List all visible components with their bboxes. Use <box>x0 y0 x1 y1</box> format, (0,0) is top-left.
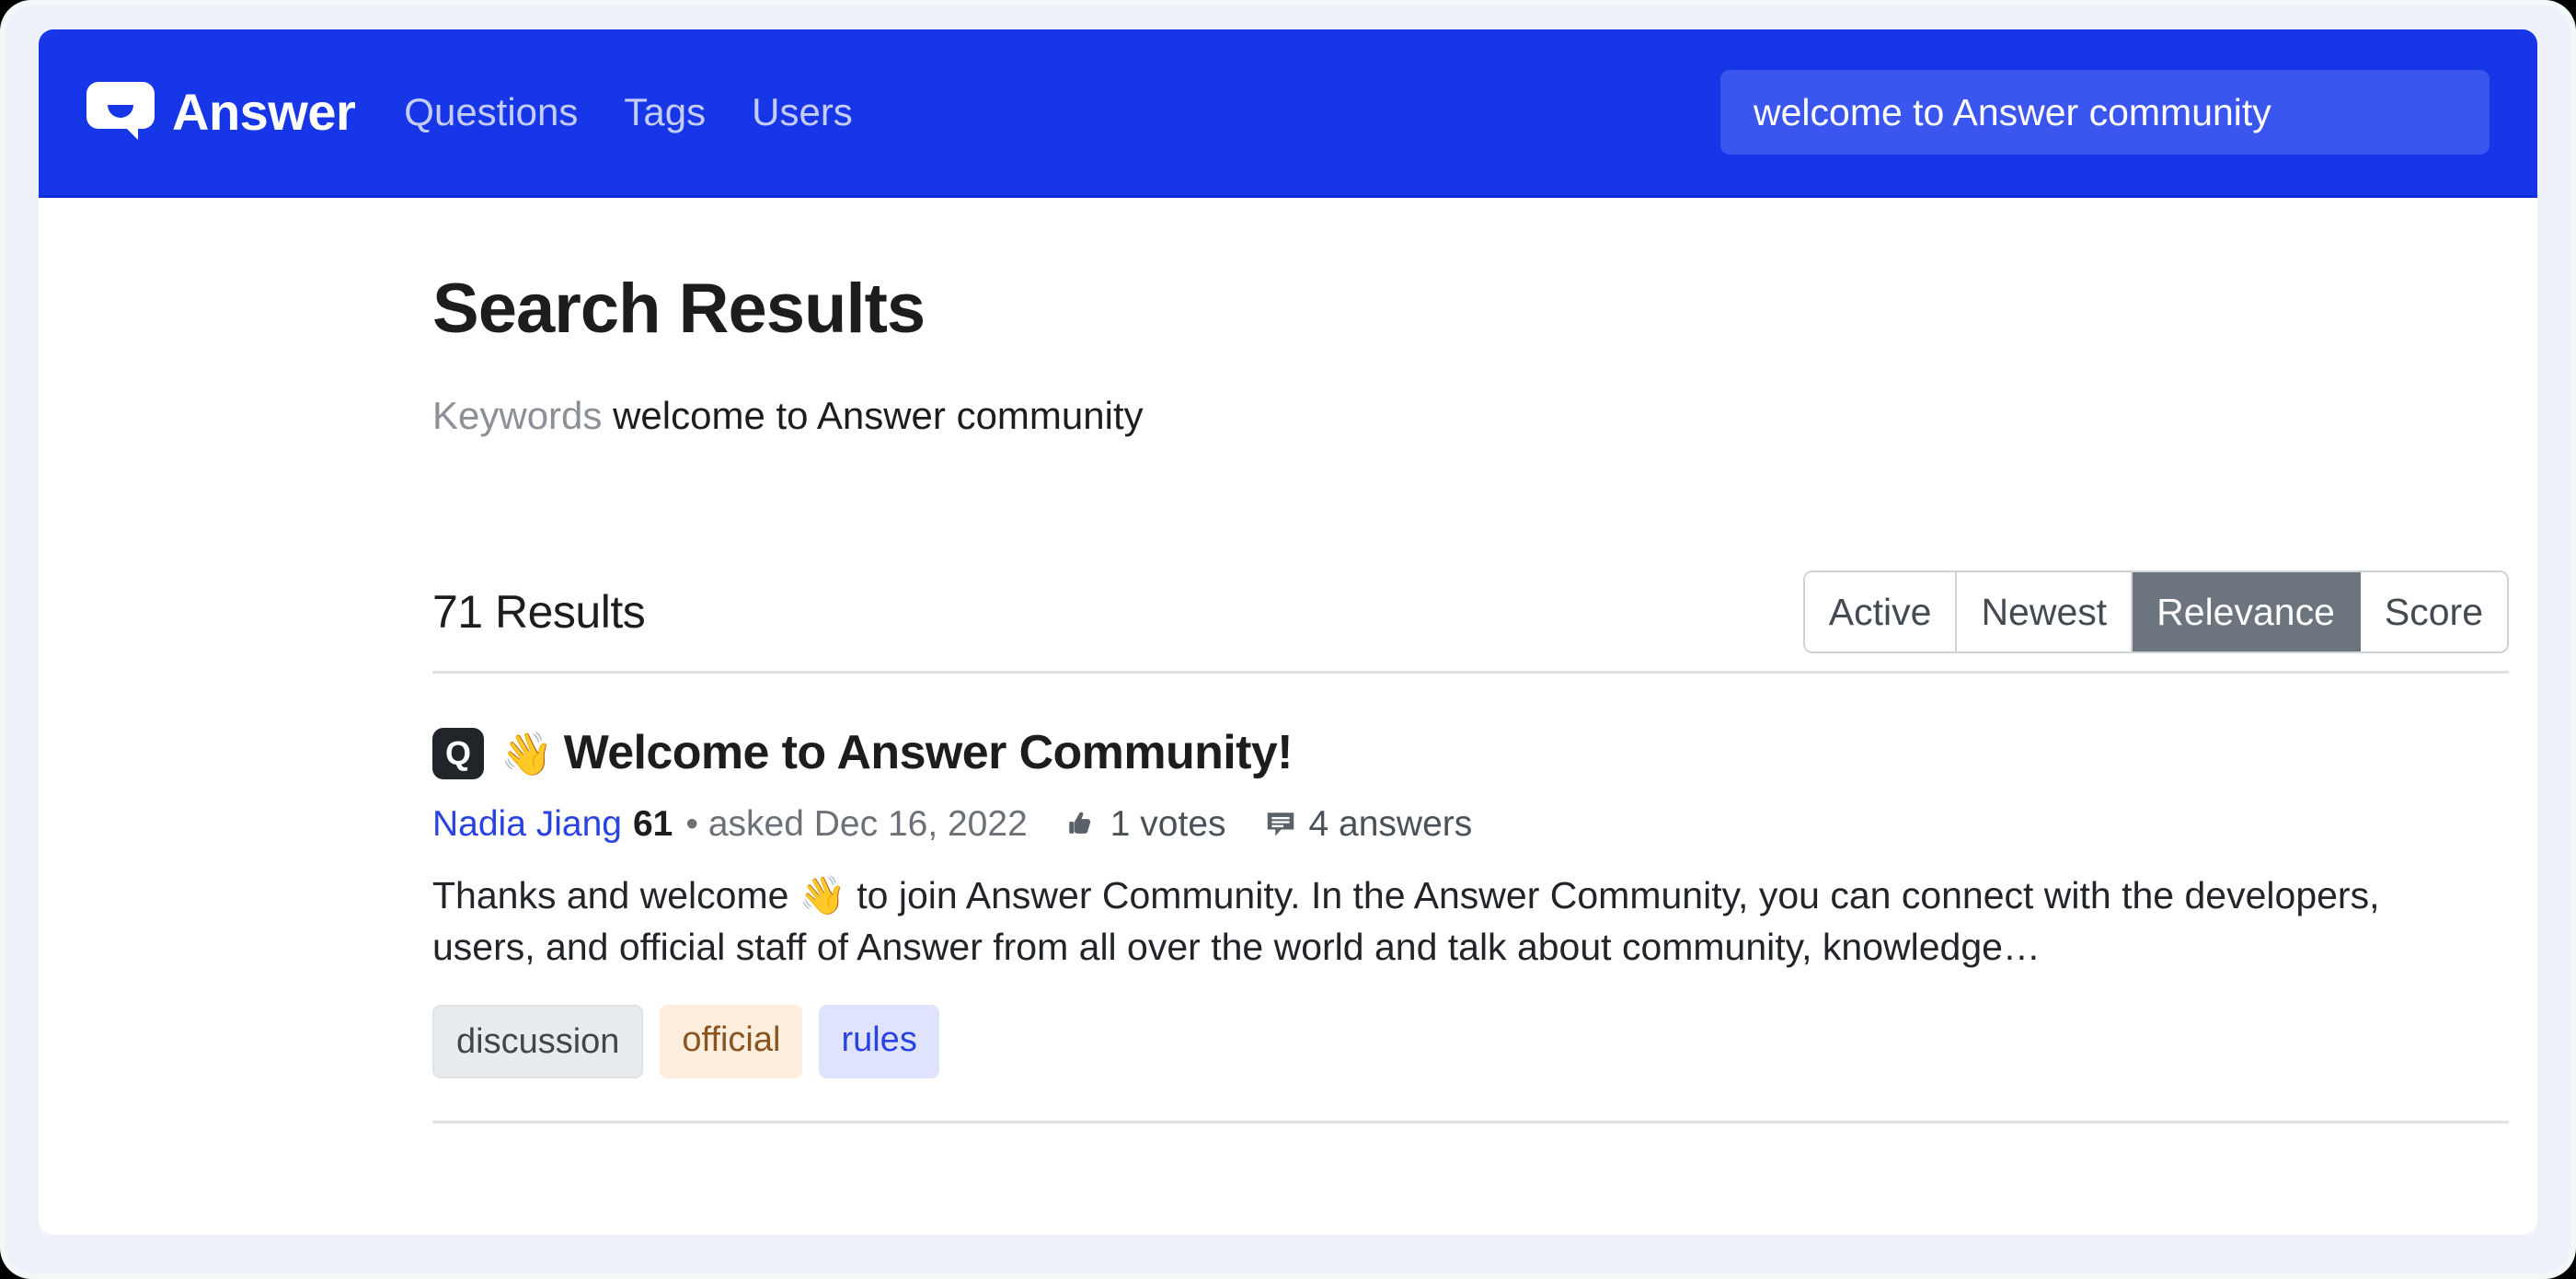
device-frame: Answer Questions Tags Users Search Resul… <box>0 0 2576 1279</box>
search-result-item: Q 👋 Welcome to Answer Community! Nadia J… <box>432 674 2509 1123</box>
result-votes-text: 1 votes <box>1110 803 1226 844</box>
answer-speech-bubble-logo-icon <box>86 78 155 146</box>
result-title-text: Welcome to Answer Community! <box>563 726 1294 780</box>
question-type-badge-icon: Q <box>432 728 484 780</box>
comment-icon <box>1263 806 1298 841</box>
content-column: Search Results Keywords welcome to Answe… <box>432 198 2509 1123</box>
brand-name: Answer <box>172 83 356 141</box>
nav-link-users[interactable]: Users <box>752 93 853 132</box>
search-input[interactable] <box>1720 70 2490 155</box>
brand-home-link[interactable]: Answer <box>86 78 356 146</box>
result-title-link[interactable]: 👋 Welcome to Answer Community! <box>500 727 1293 779</box>
browser-window: Answer Questions Tags Users Search Resul… <box>39 29 2537 1235</box>
question-badge-letter: Q <box>444 734 471 773</box>
page-body: Search Results Keywords welcome to Answe… <box>39 198 2537 1232</box>
nav-link-questions[interactable]: Questions <box>404 93 578 132</box>
tag-official[interactable]: official <box>660 1004 803 1078</box>
nav-link-tags[interactable]: Tags <box>624 93 706 132</box>
waving-hand-emoji-icon: 👋 <box>500 730 553 778</box>
result-bottom-divider <box>432 1120 2509 1123</box>
results-count: 71 Results <box>432 586 646 639</box>
sort-button-score[interactable]: Score <box>2360 572 2507 652</box>
result-author-reputation: 61 <box>632 803 673 844</box>
sort-button-active[interactable]: Active <box>1804 572 1958 652</box>
top-navbar: Answer Questions Tags Users <box>39 29 2537 198</box>
sort-button-group: Active Newest Relevance Score <box>1802 570 2509 654</box>
thumbs-up-icon <box>1064 806 1099 841</box>
page-title: Search Results <box>432 270 926 348</box>
search-container <box>1720 70 2490 155</box>
result-title-row: Q 👋 Welcome to Answer Community! <box>432 727 2509 779</box>
result-tag-row: discussion official rules <box>432 1004 2509 1078</box>
tag-rules[interactable]: rules <box>819 1004 939 1078</box>
result-answers-text: 4 answers <box>1308 803 1473 844</box>
keywords-label: Keywords <box>432 394 603 438</box>
keywords-line: Keywords welcome to Answer community <box>432 393 2509 439</box>
nav-links: Questions Tags Users <box>404 93 853 132</box>
keywords-value: welcome to Answer community <box>613 394 1144 438</box>
result-asked-date: • asked Dec 16, 2022 <box>685 803 1028 844</box>
result-author-link[interactable]: Nadia Jiang <box>432 806 622 842</box>
sort-button-relevance[interactable]: Relevance <box>2133 572 2361 652</box>
result-excerpt: Thanks and welcome 👋 to join Answer Comm… <box>432 873 2380 969</box>
result-answers-stat: 4 answers <box>1263 803 1473 844</box>
result-votes-stat: 1 votes <box>1064 806 1226 842</box>
results-bar: 71 Results Active Newest Relevance Score <box>432 570 2509 654</box>
result-meta-row: Nadia Jiang 61 • asked Dec 16, 2022 1 vo… <box>432 806 2509 842</box>
tag-discussion[interactable]: discussion <box>432 1004 644 1078</box>
sort-button-newest[interactable]: Newest <box>1957 572 2133 652</box>
